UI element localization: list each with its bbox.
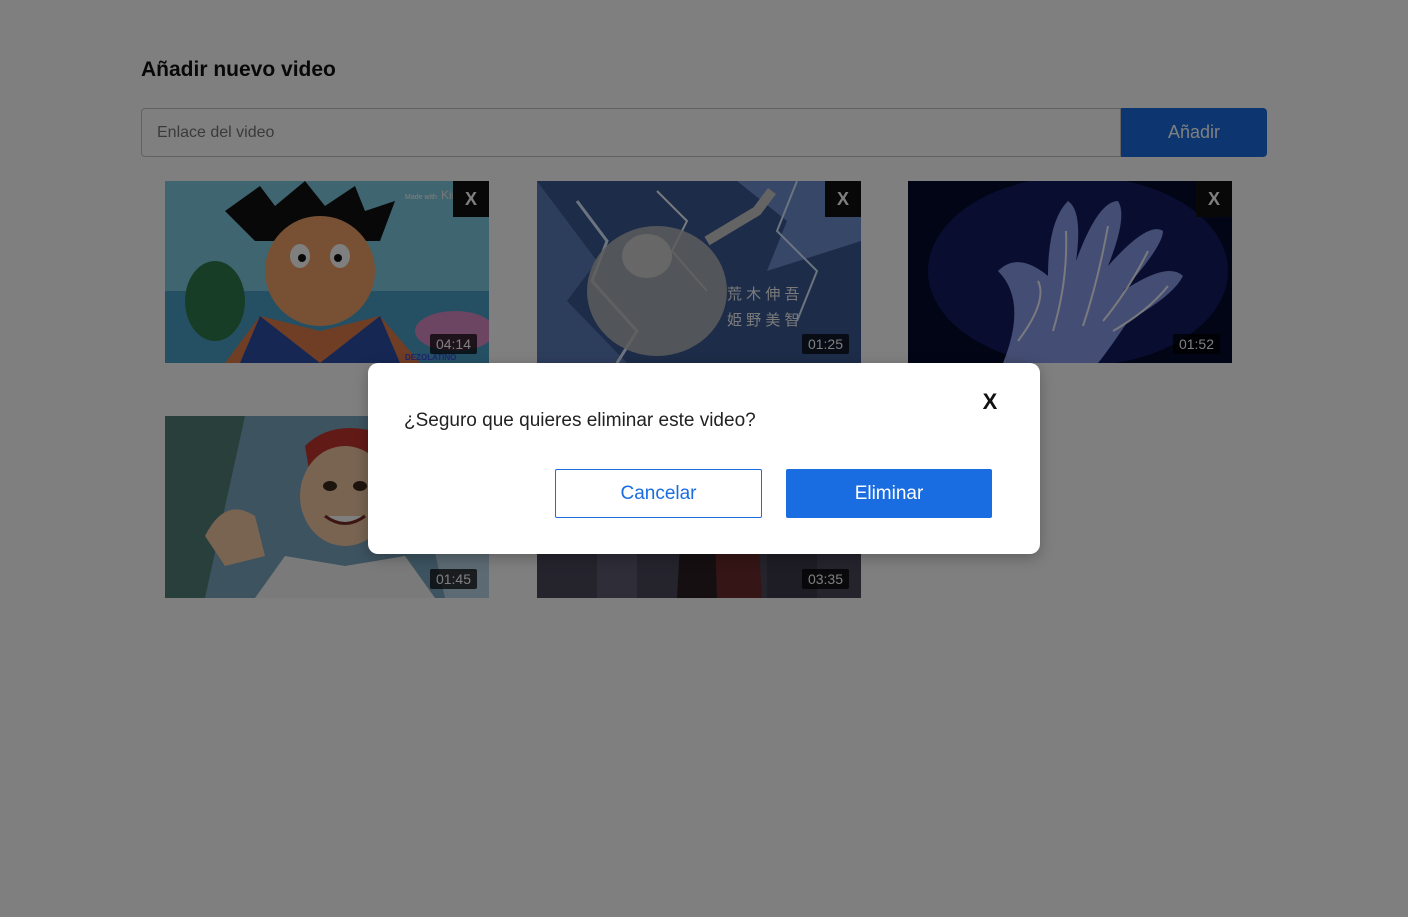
delete-confirmation-dialog: X ¿Seguro que quieres eliminar este vide… [368, 363, 1040, 554]
cancel-button[interactable]: Cancelar [555, 469, 762, 518]
delete-button[interactable]: Eliminar [786, 469, 992, 518]
close-dialog-button[interactable]: X [974, 387, 1006, 417]
dialog-message: ¿Seguro que quieres eliminar este video? [404, 410, 756, 431]
